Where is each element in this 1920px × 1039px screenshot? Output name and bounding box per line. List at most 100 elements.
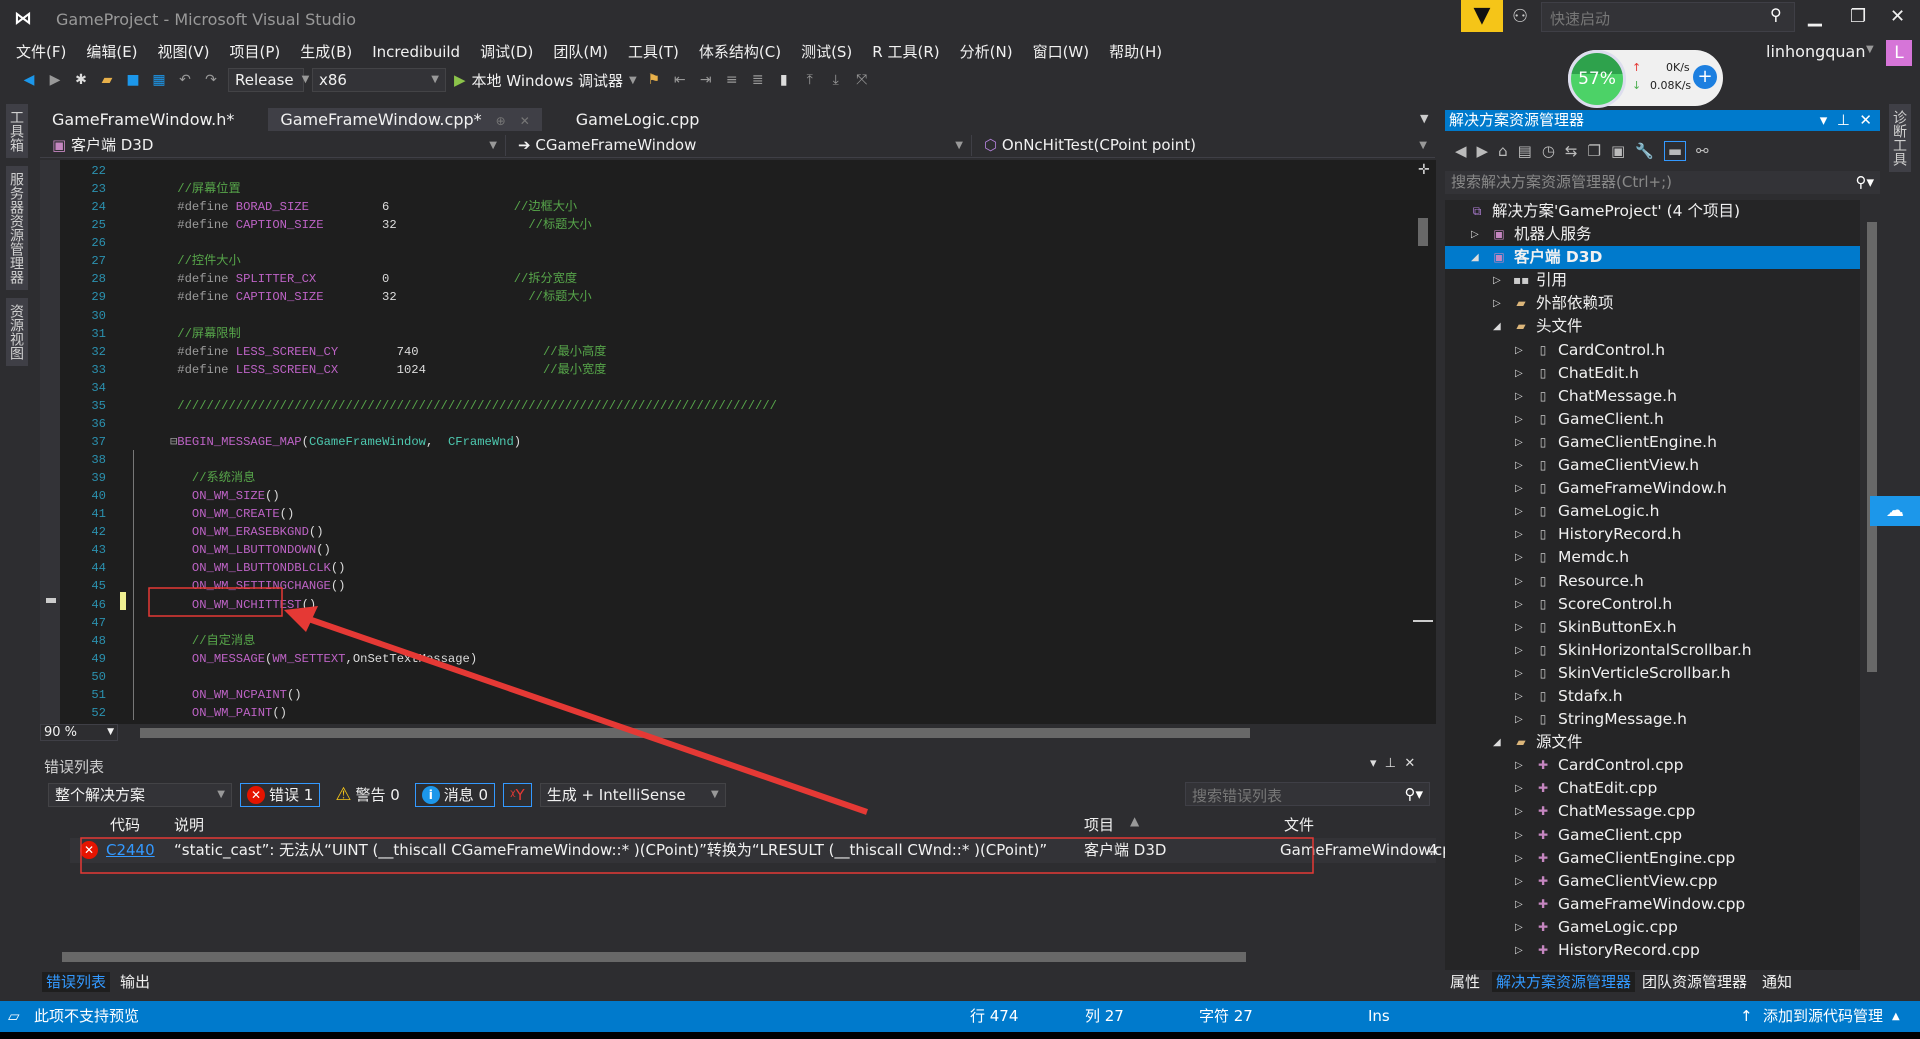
tree-item[interactable]: ◢ ▰ 源文件 [1445,731,1860,754]
expand-arrow-icon[interactable]: ▷ [1471,223,1479,246]
tab-gamelogic-cpp[interactable]: GameLogic.cpp [564,108,712,131]
tree-item[interactable]: ▷ ▯ GameClientView.h [1445,454,1860,477]
new-project-icon[interactable]: ✱ [72,71,90,89]
scrollbar-thumb[interactable] [62,952,1246,962]
tab-team-explorer[interactable]: 团队资源管理器 [1642,972,1747,992]
close-icon[interactable]: ✕ [1404,756,1415,771]
split-icon[interactable]: ✛ [1418,162,1430,178]
tree-item[interactable]: ▷ ▯ StringMessage.h [1445,708,1860,731]
tree-item[interactable]: ▷ ▯ Stdafx.h [1445,685,1860,708]
menu-item[interactable]: 文件(F) [6,40,76,64]
tab-error-list[interactable]: 错误列表 [42,972,111,992]
chevron-up-icon[interactable]: ▲ [1892,1001,1900,1032]
collapse-arrow-icon[interactable]: ◢ [1493,315,1501,338]
switch-views-icon[interactable]: ▤ [1518,142,1532,160]
home-icon[interactable]: ⌂ [1498,142,1508,160]
expand-arrow-icon[interactable]: ▷ [1515,754,1523,777]
column-description[interactable]: 说明 [174,814,204,835]
tab-overflow-icon[interactable]: ▼ [1420,112,1428,125]
diagnostic-tools-tab[interactable]: 诊断工具 [1889,104,1911,172]
code-text[interactable]: 22 23 //屏幕位置 24 #define BORAD_SIZE 6 //边框大… [76,162,777,722]
tab-gameframewindow-h[interactable]: GameFrameWindow.h* [40,108,246,131]
properties-icon[interactable]: 🔧 [1635,142,1654,160]
filter-button[interactable]: ᵡY [503,783,532,807]
expand-arrow-icon[interactable]: ▷ [1515,454,1523,477]
tab-gameframewindow-cpp[interactable]: GameFrameWindow.cpp* ⊕ ✕ [268,108,542,131]
expand-arrow-icon[interactable]: ▷ [1515,500,1523,523]
expand-arrow-icon[interactable]: ▷ [1515,477,1523,500]
errors-filter-button[interactable]: ✕ 错误 1 [240,783,321,807]
show-all-files-icon[interactable]: ▣ [1611,142,1625,160]
platform-select[interactable]: x86 ▼ [312,68,446,92]
indent-icon[interactable]: ⇤ [671,71,689,89]
project-dropdown[interactable]: ▣ 客户端 D3D ▼ [44,135,506,156]
tree-item[interactable]: ▷ ✚ GameClient.cpp [1445,824,1860,847]
open-folder-icon[interactable]: ▰ [98,71,116,89]
tab-notifications[interactable]: 通知 [1762,972,1792,992]
toolbox-tab[interactable]: 工具箱 [6,104,28,158]
restore-button[interactable]: ❐ [1850,6,1866,27]
tree-item[interactable]: ▷ ▯ Resource.h [1445,570,1860,593]
expand-arrow-icon[interactable]: ▷ [1515,616,1523,639]
tab-properties[interactable]: 属性 [1450,972,1480,992]
expand-arrow-icon[interactable]: ▷ [1493,292,1501,315]
prev-bookmark-icon[interactable]: ⤒ [801,71,819,89]
uncomment-icon[interactable]: ≣ [749,71,767,89]
menu-item[interactable]: R 工具(R) [862,40,949,64]
configuration-select[interactable]: Release ▼ [228,68,309,92]
server-explorer-tab[interactable]: 服务器资源管理器 [6,166,28,290]
search-icon[interactable]: ⚲▾ [1855,171,1880,194]
tree-item[interactable]: ▷ ▯ Memdc.h [1445,546,1860,569]
start-debugging-button[interactable]: ▶ 本地 Windows 调试器 ▼ [454,70,637,91]
expand-arrow-icon[interactable]: ▷ [1515,685,1523,708]
back-icon[interactable]: ◀ [1455,142,1467,160]
tree-item[interactable]: ▷ ✚ GameFrameWindow.cpp [1445,893,1860,916]
expand-arrow-icon[interactable]: ▷ [1493,269,1501,292]
tree-item[interactable]: ◢ ▰ 头文件 [1445,315,1860,338]
pending-changes-icon[interactable]: ◷ [1542,142,1555,160]
feedback-icon[interactable]: ⚇ [1512,6,1528,27]
error-search-input[interactable]: 搜索错误列表 ⚲▾ [1185,782,1430,806]
tree-item[interactable]: ▷ ✚ HistoryRecord.cpp [1445,939,1860,962]
close-icon[interactable]: ✕ [1859,111,1872,129]
expand-arrow-icon[interactable]: ▷ [1515,408,1523,431]
bookmark-icon[interactable]: ▮ [775,71,793,89]
tree-item[interactable]: ▷ ✚ ChatMessage.cpp [1445,800,1860,823]
resource-view-tab[interactable]: 资源视图 [6,298,28,366]
menu-item[interactable]: 帮助(H) [1099,40,1172,64]
menu-item[interactable]: 窗口(W) [1023,40,1100,64]
menu-item[interactable]: Incredibuild [362,40,470,64]
menu-item[interactable]: 编辑(E) [76,40,147,64]
error-row[interactable]: ✕ C2440 “static_cast”: 无法从“UINT (__thisc… [70,838,1461,863]
expand-arrow-icon[interactable]: ▷ [1515,916,1523,939]
avatar[interactable]: L [1886,40,1912,66]
tree-item[interactable]: ▷ ▯ GameFrameWindow.h [1445,477,1860,500]
plus-icon[interactable]: + [1693,65,1717,89]
expand-arrow-icon[interactable]: ▷ [1515,362,1523,385]
expand-arrow-icon[interactable]: ▷ [1515,662,1523,685]
menu-item[interactable]: 调试(D) [470,40,543,64]
source-control-button[interactable]: 添加到源代码管理 [1763,1001,1883,1032]
zoom-select[interactable]: 90 % ▼ [40,724,118,741]
tree-item[interactable]: ▷ ▯ SkinButtonEx.h [1445,616,1860,639]
expand-arrow-icon[interactable]: ▷ [1515,431,1523,454]
tree-item[interactable]: ◢ ▣ 客户端 D3D [1445,246,1860,270]
menu-item[interactable]: 分析(N) [950,40,1023,64]
expand-arrow-icon[interactable]: ▷ [1515,339,1523,362]
menu-item[interactable]: 体系结构(C) [689,40,791,64]
expand-arrow-icon[interactable]: ▷ [1515,639,1523,662]
column-code[interactable]: 代码 [110,814,140,835]
next-bookmark-icon[interactable]: ⤓ [827,71,845,89]
menu-item[interactable]: 项目(P) [220,40,291,64]
preview-icon[interactable]: ▬ [1663,141,1686,161]
tree-item[interactable]: ▷ ✚ CardControl.cpp [1445,754,1860,777]
tree-item[interactable]: ▷ ▯ SkinHorizontalScrollbar.h [1445,639,1860,662]
user-name[interactable]: linhongquan [1766,42,1866,61]
menu-item[interactable]: 工具(T) [618,40,689,64]
search-icon[interactable]: ⚲▾ [1404,785,1423,803]
tree-item[interactable]: ▷ ▣ 机器人服务 [1445,223,1860,246]
clear-bookmarks-icon[interactable]: ⤧ [853,71,871,89]
pin-icon[interactable]: ⊥ [1385,756,1396,771]
tree-item[interactable]: ▷ ✚ GameClientEngine.cpp [1445,847,1860,870]
tree-item[interactable]: ▷ ✚ ChatEdit.cpp [1445,777,1860,800]
